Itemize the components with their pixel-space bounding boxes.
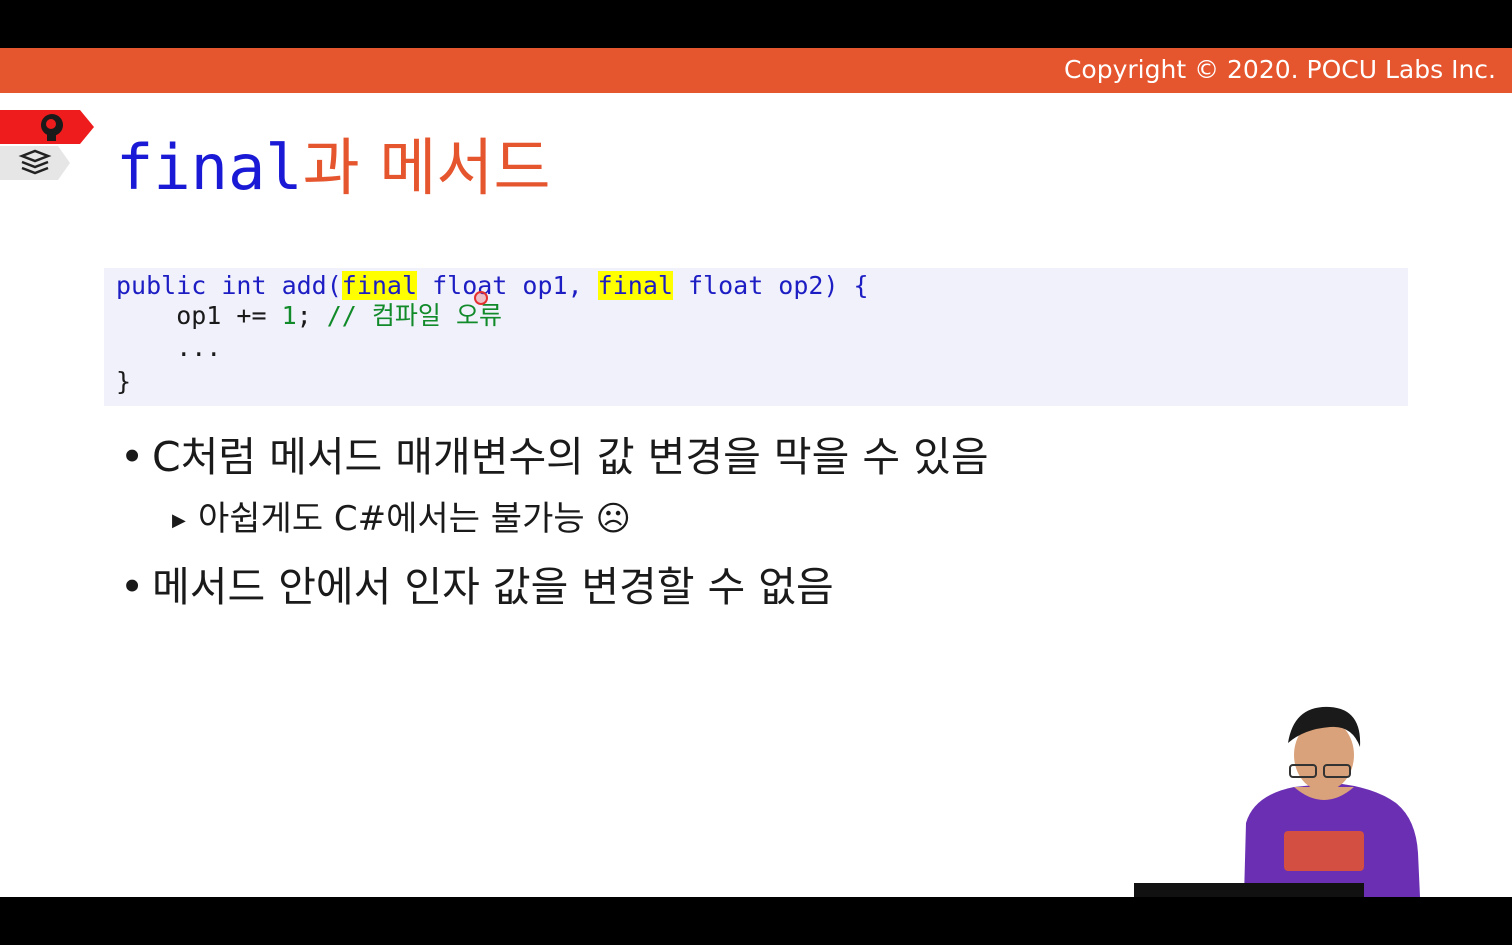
code-line-4: } bbox=[116, 367, 132, 396]
bullet-item-1: • C처럼 메서드 매개변수의 값 변경을 막을 수 있음 bbox=[120, 432, 989, 482]
slide: Copyright © 2020. POCU Labs Inc. final과 … bbox=[0, 48, 1512, 897]
code-number: 1 bbox=[281, 301, 297, 330]
presenter-video-overlay bbox=[1134, 706, 1420, 897]
bullet-dot: • bbox=[120, 433, 145, 481]
title-keyword: final bbox=[116, 131, 303, 204]
video-letterbox-bottom bbox=[0, 897, 1512, 945]
video-letterbox-top bbox=[0, 0, 1512, 48]
bullet-item-2: • 메서드 안에서 인자 값을 변경할 수 없음 bbox=[120, 562, 834, 612]
bullet-dot: • bbox=[120, 563, 145, 611]
code-final-keyword-2: final bbox=[597, 271, 673, 300]
code-semicolon: ; bbox=[296, 301, 327, 330]
mouse-cursor-indicator bbox=[474, 291, 488, 305]
sub-bullet-text-1: 아쉽게도 C#에서는 불가능 ☹ bbox=[198, 499, 631, 539]
code-signature-start: public int add( bbox=[116, 271, 342, 300]
header-band: Copyright © 2020. POCU Labs Inc. bbox=[0, 48, 1512, 93]
code-assign: op1 += bbox=[116, 301, 282, 330]
code-comment: // 컴파일 오류 bbox=[326, 301, 502, 330]
code-final-keyword-1: final bbox=[341, 271, 418, 300]
bullet-text-1: C처럼 메서드 매개변수의 값 변경을 막을 수 있음 bbox=[152, 433, 989, 481]
bullet-text-2: 메서드 안에서 인자 값을 변경할 수 없음 bbox=[152, 563, 834, 611]
copyright-text: Copyright © 2020. POCU Labs Inc. bbox=[1063, 55, 1496, 84]
slide-title: final과 메서드 bbox=[116, 128, 551, 208]
triangle-bullet-icon: ▶ bbox=[172, 509, 186, 531]
sub-bullet-item-1: ▶ 아쉽게도 C#에서는 불가능 ☹ bbox=[172, 498, 631, 542]
code-line-3: ... bbox=[116, 333, 222, 362]
stack-layers-icon bbox=[0, 146, 70, 180]
code-block: public int add(final float op1, final fl… bbox=[104, 268, 1408, 406]
code-line-2: op1 += 1; // 컴파일 오류 bbox=[116, 300, 502, 332]
code-param-1: float op1, bbox=[417, 271, 598, 300]
brain-head-icon bbox=[0, 110, 94, 144]
code-line-1: public int add(final float op1, final fl… bbox=[116, 270, 869, 302]
code-param-2: float op2) { bbox=[672, 271, 869, 300]
title-rest: 과 메서드 bbox=[302, 131, 551, 204]
